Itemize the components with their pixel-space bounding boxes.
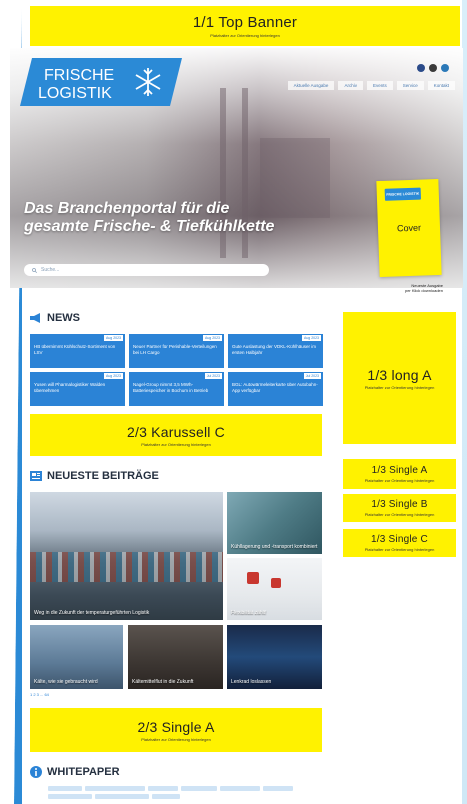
single-b-side-ad[interactable]: 1/3 Single B Platzhalter zur Orientierun… [343,494,456,522]
nav-item-kontakt[interactable]: Kontakt [427,81,455,90]
news-date: Aug 2023 [302,335,321,341]
news-item[interactable]: Jul 2023 BGL: Autowärmeleiterkarte über A… [228,372,323,406]
beitrag-title: Kühllagerung und -transport kombiniert [231,544,318,550]
news-date: Aug 2023 [104,335,123,341]
frische-logistik-logo[interactable]: FRISCHE LOGISTIK [20,58,182,106]
cover-caption-line-2: per Klick downloaden [404,288,443,293]
ad-subtitle: Platzhalter zur Orientierung hinterlegen [141,441,211,447]
news-date: Jul 2023 [204,373,222,379]
ad-subtitle: Platzhalter zur Orientierung hinterlegen [210,33,280,38]
container-terminal-image [30,552,223,582]
nav-item-archiv[interactable]: Archiv [338,81,363,90]
whitepaper-tag[interactable] [48,794,92,799]
beitrag-tile[interactable]: Flexibilität zählt! [227,558,322,620]
newspaper-icon [30,471,42,481]
whitepaper-tag[interactable] [48,786,82,791]
news-heading-label: NEWS [47,312,80,324]
whitepaper-tag[interactable] [95,794,149,799]
news-item[interactable]: Aug 2023 Gute Auslastung der VDKL-Kühlhäu… [228,334,323,368]
megaphone-icon [30,313,40,323]
beitrag-tile[interactable]: Kältemittelflut in die Zukunft [128,625,223,689]
beitrag-title: Kältemittelflut in die Zukunft [132,679,194,685]
whitepaper-heading: WHITEPAPER [30,766,120,778]
cover-label: Cover [396,222,422,234]
nav-item-aktuelle-ausgabe[interactable]: Aktuelle Ausgabe [287,81,335,90]
ad-title: 1/3 Single A [371,465,428,476]
beitraege-heading-label: NEUESTE BEITRÄGE [47,470,159,482]
logo-line-1: FRISCHE [44,67,114,84]
crate-image [247,572,259,584]
news-title: Yusen will Pharmalogistiker Walden übern… [34,382,106,393]
news-date: Aug 2023 [104,373,123,379]
hero-headline: Das Branchenportal für die gesamte Frisc… [24,200,275,235]
whitepaper-tag[interactable] [148,786,178,791]
cover-caption[interactable]: Neueste Ausgabe per Klick downloaden [383,283,443,293]
ad-subtitle: Platzhalter zur Orientierung hinterlegen [364,384,435,390]
main-nav: Aktuelle Ausgabe Archiv Events Service K… [287,81,455,90]
whitepaper-tag[interactable] [263,786,293,791]
beitrag-tile[interactable]: Kälte, wie sie gebraucht wird [30,625,123,689]
ad-title: 1/1 Top Banner [192,14,298,31]
news-title: Neuer Partner für Perishable-Verteilunge… [133,344,217,355]
beitraege-heading: NEUESTE BEITRÄGE [30,470,159,482]
logo-line-2: LOGISTIK [38,85,112,102]
beitrag-tile[interactable]: Kühllagerung und -transport kombiniert [227,492,322,554]
ad-subtitle: Platzhalter zur Orientierung hinterlegen [141,736,211,742]
beitrag-title: Weg in die Zukunft der temperaturgeführt… [34,610,150,616]
search-input[interactable]: Suche... [24,264,269,276]
whitepaper-tag[interactable] [152,794,180,799]
news-heading: NEWS [30,312,80,324]
search-icon [32,267,37,273]
ad-subtitle: Platzhalter zur Orientierung hinterlegen [364,547,435,552]
news-date: Aug 2023 [203,335,222,341]
news-list: Aug 2023 HB übernimmt Kühlschutz-Sortimen… [30,334,323,406]
ad-title: 2/3 Single A [137,718,215,735]
beitrag-title: Flexibilität zählt! [231,610,267,616]
news-item[interactable]: Aug 2023 Neuer Partner für Perishable-Ver… [129,334,224,368]
beitrag-title: Lenkrad loslassen [231,679,272,685]
ad-title: 1/3 Single C [371,534,428,545]
whitepaper-tag[interactable] [85,786,145,791]
single-c-side-ad[interactable]: 1/3 Single C Platzhalter zur Orientierun… [343,529,456,557]
nav-item-events[interactable]: Events [366,81,393,90]
ad-title: 1/3 long A [367,366,432,383]
social-links [417,64,449,72]
beitrag-tile[interactable]: Weg in die Zukunft der temperaturgeführt… [30,492,223,620]
whitepaper-heading-label: WHITEPAPER [47,766,120,778]
ad-subtitle: Platzhalter zur Orientierung hinterlegen [364,478,435,483]
beitrag-title: Kälte, wie sie gebraucht wird [34,679,98,685]
news-item[interactable]: Aug 2023 HB übernimmt Kühlschutz-Sortimen… [30,334,125,368]
cover-thumbnail[interactable]: FRISCHE LOGISTIK Cover [376,178,442,278]
news-item[interactable]: Aug 2023 Yusen will Pharmalogistiker Wald… [30,372,125,406]
news-title: Nagel-Group nimmt 3,5 MWh-Batteriespeich… [133,382,209,393]
news-item[interactable]: Jul 2023 Nagel-Group nimmt 3,5 MWh-Batter… [129,372,224,406]
beitraege-pagination[interactable]: 1 2 3 ... 64 [30,692,49,697]
facebook-icon[interactable] [417,64,425,72]
single-a-main-ad[interactable]: 2/3 Single A Platzhalter zur Orientierun… [30,708,322,752]
whitepaper-tag[interactable] [220,786,260,791]
news-title: HB übernimmt Kühlschutz-Sortiment von LS… [34,344,116,355]
cover-mini-logo: FRISCHE LOGISTIK [384,187,422,201]
long-a-ad[interactable]: 1/3 long A Platzhalter zur Orientierung … [343,312,456,444]
news-date: Jul 2023 [303,373,321,379]
crate-image [271,578,281,588]
instagram-icon[interactable] [429,64,437,72]
ad-title: 1/3 Single B [371,499,428,510]
ad-title: 2/3 Karussell C [127,423,225,440]
news-title: Gute Auslastung der VDKL-Kühlhäuser im e… [232,344,317,355]
search-placeholder: Suche... [41,267,60,273]
whitepaper-tag[interactable] [181,786,217,791]
karussell-c-ad[interactable]: 2/3 Karussell C Platzhalter zur Orientie… [30,414,322,456]
whitepaper-tags [48,786,298,799]
news-title: BGL: Autowärmeleiterkarte über Autobahn-… [232,382,318,393]
top-banner-ad[interactable]: 1/1 Top Banner Platzhalter zur Orientier… [30,6,460,46]
single-a-side-ad[interactable]: 1/3 Single A Platzhalter zur Orientierun… [343,459,456,489]
linkedin-icon[interactable] [441,64,449,72]
beitrag-tile[interactable]: Lenkrad loslassen [227,625,322,689]
nav-item-service[interactable]: Service [396,81,424,90]
ad-subtitle: Platzhalter zur Orientierung hinterlegen [364,512,435,517]
info-icon [30,766,42,778]
